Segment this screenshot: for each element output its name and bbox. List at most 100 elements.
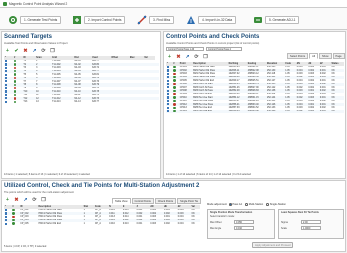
row-checkbox[interactable] (167, 86, 170, 89)
check-icon[interactable]: ✔ (13, 48, 20, 55)
survey-icon (187, 16, 195, 24)
apply-adjustment-button[interactable]: Apply Adjustment and Proceed (252, 242, 294, 248)
refresh-icon[interactable]: ⟳ (31, 197, 38, 204)
add-icon[interactable]: + (166, 54, 173, 61)
status-dot-icon (13, 80, 17, 83)
row-checkbox[interactable] (167, 65, 170, 69)
row-checkbox[interactable] (5, 215, 8, 218)
copy-icon[interactable]: ❐ (40, 197, 47, 204)
row-checkbox[interactable] (5, 219, 8, 222)
delete-icon[interactable]: ✖ (13, 197, 20, 204)
table-cell: 0.003 (307, 109, 319, 114)
delete-icon[interactable]: ✖ (175, 54, 182, 61)
step-find-miss[interactable]: 3. Find Miss (137, 14, 175, 26)
row-checkbox[interactable] (5, 212, 8, 215)
row-checkbox[interactable] (167, 99, 170, 103)
row-checkbox[interactable] (167, 72, 170, 75)
utilized-points-table: * # ID Description Stat Code N E ZdN dE dZ Val CP_0… (4, 205, 200, 226)
row-checkbox[interactable] (5, 93, 8, 97)
row-checkbox[interactable] (5, 73, 8, 76)
row-checkbox[interactable] (167, 89, 170, 92)
measure-icon[interactable]: ↗ (184, 54, 191, 61)
copy-icon[interactable]: ❐ (49, 48, 56, 55)
tab-table-view[interactable]: Table View (112, 198, 131, 204)
step-generate-test-points[interactable]: 1. Generate Test Points (8, 14, 62, 26)
status-dot-icon (173, 79, 176, 82)
tab-control-points[interactable]: Control Points (131, 198, 154, 204)
table-row[interactable]: CP014 BM5 Pier Ave End 102858.44 488535.68 2… (166, 109, 344, 114)
tab-single-point-tie[interactable]: Single Point Tie (177, 198, 202, 204)
table-cell: 1 (83, 222, 85, 225)
row-checkbox[interactable] (5, 66, 8, 69)
status-dot-icon (12, 219, 15, 222)
table-row[interactable]: T13 13 T11-013 N4-13 326.77 (4, 100, 159, 103)
row-checkbox[interactable] (5, 90, 8, 93)
status-dot-icon (173, 82, 176, 86)
row-checkbox[interactable] (5, 100, 8, 103)
row-checkbox[interactable] (167, 69, 170, 72)
scale-field[interactable]: 1.0000 (301, 226, 321, 230)
control-points-pass2-field[interactable]: Control Points Pass 2 (206, 47, 242, 51)
scanned-targets-panel: Scanned Targets Available Test Points an… (1, 31, 161, 179)
row-checkbox[interactable] (5, 83, 8, 86)
import-icon (73, 16, 81, 24)
row-checkbox[interactable] (167, 110, 170, 113)
row-checkbox[interactable] (5, 97, 8, 100)
table-cell: CP_005 (20, 222, 29, 225)
copy-icon[interactable]: ❐ (202, 54, 209, 61)
measure-icon[interactable]: ↗ (22, 197, 29, 204)
tab-select-points[interactable]: Select Points (287, 53, 309, 59)
table-cell: 0.002 (164, 222, 170, 225)
row-checkbox[interactable] (167, 93, 170, 96)
row-checkbox[interactable] (5, 59, 8, 63)
row-checkbox[interactable] (167, 103, 170, 106)
refresh-icon[interactable]: ⟳ (40, 48, 47, 55)
max-angle-field[interactable]: 0.010 (234, 226, 254, 230)
row-checkbox[interactable] (5, 87, 8, 90)
row-checkbox[interactable] (167, 106, 170, 109)
panel-subtitle: Available Control Points and Check Point… (166, 42, 260, 45)
row-checkbox[interactable] (5, 208, 8, 212)
row-checkbox[interactable] (5, 70, 8, 73)
mode-multi-radio[interactable]: Multi-Station (245, 203, 263, 206)
max-offset-field[interactable]: 0.050 (234, 220, 254, 224)
sigma-field[interactable]: 2.00 (301, 220, 321, 224)
table-cell: CP_A (94, 222, 101, 225)
table-cell: T11-013 (52, 100, 61, 103)
row-checkbox[interactable] (167, 79, 170, 82)
step-generate-adj[interactable]: 5. Generate ADJ-1 (253, 14, 300, 26)
add-icon[interactable]: + (4, 197, 11, 204)
left-toolbar: + ✔ ✖ ↗ ⟳ ❐ (4, 47, 56, 55)
mode-pass-radio[interactable]: Pass 1A (228, 203, 242, 206)
row-checkbox[interactable] (167, 76, 170, 79)
tab-page[interactable]: Page (332, 53, 345, 59)
refresh-icon[interactable]: ⟳ (193, 54, 200, 61)
box-title: Least Squares Best Fit Tie Points (281, 211, 319, 214)
add-icon[interactable]: + (4, 48, 11, 55)
tab-show[interactable]: Show (319, 53, 332, 59)
row-checkbox[interactable] (167, 82, 170, 86)
tab-all[interactable]: All (309, 53, 319, 59)
row-checkbox[interactable] (5, 222, 8, 225)
step-import-control-points[interactable]: 2. Import Control Points (72, 14, 126, 26)
mode-single-radio[interactable]: Single-Station (266, 203, 286, 206)
control-points-pass1-field[interactable]: Control Points Pass 1 All (166, 47, 204, 51)
delete-icon[interactable]: ✖ (22, 48, 29, 55)
step-import-data[interactable]: 4. Import t-in-32 Data (186, 14, 237, 26)
app-icon (3, 1, 7, 6)
table-row[interactable]: CP_005 HMC2 Harbor Rd End 1 CP_A 0.010 0.013 0… (4, 222, 200, 225)
measure-icon[interactable]: ↗ (31, 48, 38, 55)
tab-check-points[interactable]: Check Points (154, 198, 177, 204)
panel-title: Control Points and Check Points (166, 34, 260, 40)
row-checkbox[interactable] (5, 63, 8, 66)
row-checkbox[interactable] (167, 96, 170, 99)
status-dot-icon (13, 87, 17, 90)
scale-label: Scale (281, 227, 287, 230)
table-cell: CP014 (178, 109, 193, 114)
row-checkbox[interactable] (5, 76, 8, 80)
row-checkbox[interactable] (5, 80, 8, 83)
table-cell: OK (330, 109, 344, 114)
status-dot-icon (173, 72, 176, 76)
status-dot-icon (13, 63, 17, 66)
table-cell (155, 100, 159, 103)
